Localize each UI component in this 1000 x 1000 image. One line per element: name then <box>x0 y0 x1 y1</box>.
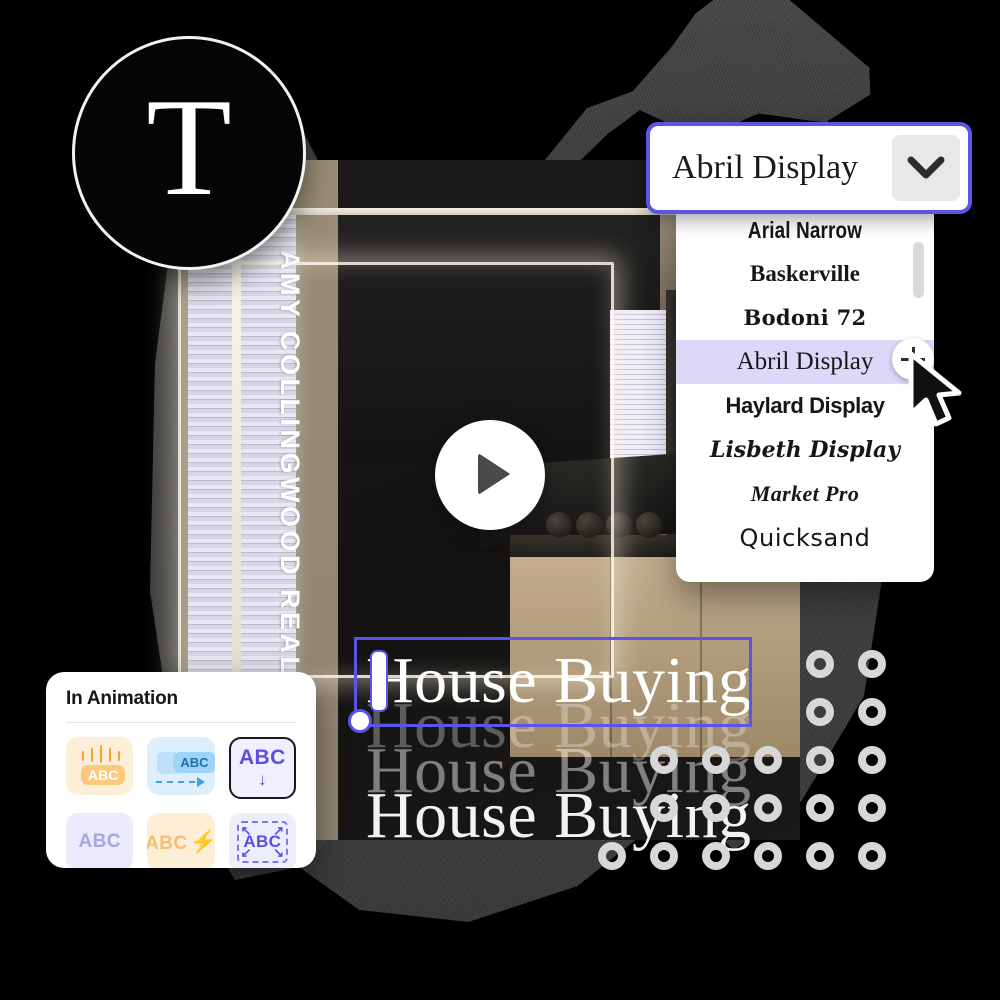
ring-dot <box>650 794 678 822</box>
ring-dot <box>754 794 782 822</box>
ring-dot <box>858 746 886 774</box>
abc-label: ABC <box>78 831 121 852</box>
arrow-head <box>197 777 206 787</box>
font-option-baskerville[interactable]: Baskerville <box>676 252 934 296</box>
ring-dot <box>858 842 886 870</box>
motion-line <box>82 751 84 761</box>
font-option-arial-narrow[interactable]: Arial Narrow <box>699 208 911 252</box>
abc-wrap: ABC <box>78 831 120 853</box>
animation-option-anim-slide[interactable]: ABC <box>147 737 215 795</box>
panel-divider <box>66 722 296 723</box>
animation-option-anim-scale[interactable]: ↖ ↗ ↙ ↘ ABC <box>228 813 296 868</box>
text-tool-badge[interactable]: T <box>72 36 306 270</box>
play-button[interactable] <box>435 420 545 530</box>
motion-line <box>100 745 102 763</box>
ring-dot <box>858 650 886 678</box>
animation-option-anim-flash[interactable]: ABC⚡ <box>147 813 215 868</box>
resize-arrow: ↙ <box>240 845 252 860</box>
ring-dot <box>806 842 834 870</box>
ring-dot <box>806 650 834 678</box>
screenshot-canvas: AMY COLLINGWOOD REALT House Buying House… <box>0 0 1000 1000</box>
motion-line <box>109 748 111 762</box>
font-option-bodoni-72[interactable]: Bodoni 72 <box>676 296 934 340</box>
animation-option-grid[interactable]: ABC ABC ABC ↓ ABC ABC⚡ ↖ ↗ ↙ ↘ ABC <box>66 737 296 868</box>
resize-arrow: ↘ <box>273 845 284 860</box>
motion-line <box>91 748 93 762</box>
ring-dot <box>598 842 626 870</box>
ring-dot <box>754 842 782 870</box>
in-animation-panel[interactable]: In Animation ABC ABC ABC ↓ ABC ABC⚡ ↖ ↗ ↙ ↘ ABC <box>46 672 316 868</box>
ring-dot <box>650 842 678 870</box>
text-caret <box>370 650 388 712</box>
font-select-value: Abril Display <box>672 149 859 186</box>
panel-title: In Animation <box>66 688 178 709</box>
font-select[interactable]: Abril Display <box>646 122 972 214</box>
font-option-lisbeth-display[interactable]: Lisbeth Display <box>676 428 934 472</box>
arrow-line <box>156 781 201 783</box>
font-option-haylard-display[interactable]: Haylard Display <box>676 384 934 428</box>
play-icon <box>478 453 510 495</box>
animation-option-anim-descend[interactable]: ABC ↓ <box>228 737 296 799</box>
abc-label: ABC <box>238 746 286 769</box>
headline-text[interactable]: House Buying <box>366 643 752 719</box>
brand-vertical-text: AMY COLLINGWOOD REALT <box>275 250 305 695</box>
ring-dot <box>702 842 730 870</box>
motion-line <box>118 751 120 761</box>
resize-arrow: ↗ <box>273 823 284 838</box>
ring-dot <box>702 794 730 822</box>
ring-dot <box>806 698 834 726</box>
font-option-market-pro[interactable]: Market Pro <box>676 472 934 516</box>
abc-label: ABC <box>147 833 188 854</box>
resize-arrow: ↖ <box>240 823 252 838</box>
mouse-pointer-icon <box>908 352 962 427</box>
ring-dot <box>702 746 730 774</box>
ring-dot <box>858 698 886 726</box>
ring-dot <box>806 746 834 774</box>
animation-option-anim-fade[interactable]: ABC <box>66 813 134 868</box>
text-tool-icon: T <box>146 70 232 225</box>
ring-dot <box>806 794 834 822</box>
ring-dot <box>858 794 886 822</box>
abc-chip: ABC <box>81 765 126 785</box>
dropdown-scrollbar[interactable] <box>913 242 924 298</box>
arrow-down-icon: ↓ <box>258 770 267 789</box>
chevron-down-icon[interactable] <box>892 135 960 201</box>
font-dropdown-menu[interactable]: Arial Narrow Baskerville Bodoni 72 Abril Di… <box>676 196 934 582</box>
abc-wrap: ABC ↓ <box>239 746 286 790</box>
font-option-quicksand[interactable]: Quicksand <box>676 516 934 560</box>
abc-chip: ABC <box>173 752 215 773</box>
animation-option-anim-drop[interactable]: ABC <box>66 737 134 795</box>
bolt-icon: ⚡ <box>189 829 215 854</box>
ring-dot <box>650 746 678 774</box>
abc-wrap: ABC⚡ <box>147 829 214 855</box>
ring-dot <box>754 746 782 774</box>
